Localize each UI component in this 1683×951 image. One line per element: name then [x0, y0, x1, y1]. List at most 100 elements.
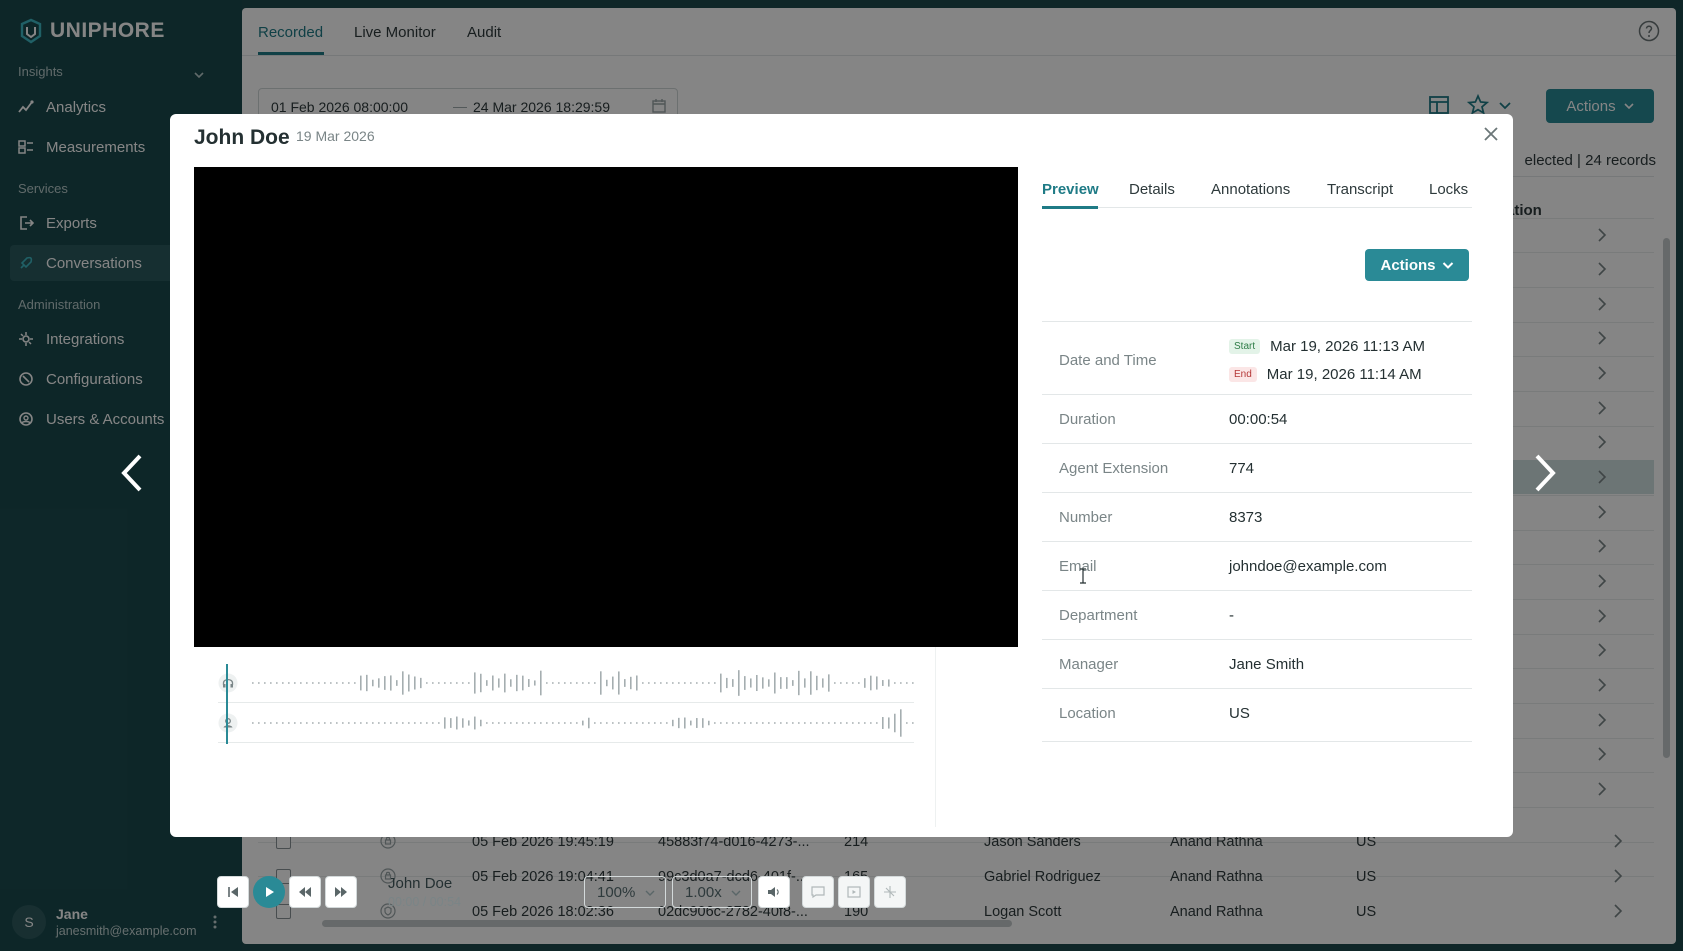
- waveform-bar: [864, 678, 866, 688]
- start-value: Mar 19, 2026 11:13 AM: [1270, 338, 1425, 355]
- volume-button[interactable]: [758, 876, 790, 908]
- chevron-down-icon: [731, 890, 741, 896]
- waveform-bar: [732, 722, 734, 724]
- waveform-bar: [444, 682, 446, 684]
- chevron-down-icon: [645, 890, 655, 896]
- waveform-bar: [690, 720, 692, 726]
- waveform-bar: [564, 682, 566, 684]
- waveform-bar: [792, 680, 794, 686]
- waveform-bar: [858, 682, 860, 684]
- play-button[interactable]: [253, 876, 285, 908]
- player-time: 00:00 / 00:54: [388, 895, 461, 909]
- waveform-bar: [486, 680, 488, 686]
- waveform-bar: [684, 717, 686, 729]
- waveform-bar: [456, 716, 458, 730]
- tab-transcript[interactable]: Transcript: [1327, 181, 1393, 198]
- waveform-bar: [684, 682, 686, 684]
- tab-details[interactable]: Details: [1129, 181, 1175, 198]
- field-value: -: [1229, 607, 1234, 624]
- waveform-bar: [276, 722, 278, 724]
- waveform-bar: [564, 722, 566, 724]
- waveform-bar: [774, 672, 776, 694]
- speed-select[interactable]: 1.00x: [672, 876, 752, 908]
- waveform-bar: [696, 682, 698, 684]
- waveform-bar: [552, 682, 554, 684]
- active-tab-indicator: [1042, 206, 1098, 209]
- waveform-bar: [654, 722, 656, 724]
- customer-waveform[interactable]: [250, 703, 914, 743]
- previous-arrow-icon[interactable]: [118, 452, 146, 494]
- clip-button[interactable]: [838, 876, 870, 908]
- modal-actions-button[interactable]: Actions: [1365, 249, 1469, 281]
- waveform-bar: [642, 722, 644, 724]
- comment-button[interactable]: [802, 876, 834, 908]
- waveform-bar: [372, 679, 374, 687]
- waveform-bar: [276, 682, 278, 684]
- field-agent-extension: Agent Extension 774: [1042, 443, 1472, 492]
- waveform-bar: [546, 682, 548, 684]
- waveform-bar: [900, 682, 902, 684]
- waveform-bar: [648, 682, 650, 684]
- waveform-bar: [522, 722, 524, 724]
- zoom-select[interactable]: 100%: [584, 876, 666, 908]
- waveform-bar: [648, 722, 650, 724]
- waveform-bar: [630, 722, 632, 724]
- comment-icon: [811, 886, 825, 899]
- waveform-bar: [252, 722, 254, 724]
- skip-start-button[interactable]: [217, 876, 249, 908]
- waveform-bar: [312, 682, 314, 684]
- start-time: Start Mar 19, 2026 11:13 AM: [1229, 338, 1425, 355]
- customer-track[interactable]: [218, 703, 914, 743]
- agent-waveform[interactable]: [250, 663, 914, 703]
- tab-annotations[interactable]: Annotations: [1211, 181, 1290, 198]
- waveform-bar: [642, 682, 644, 684]
- tab-locks[interactable]: Locks: [1429, 181, 1468, 198]
- playhead[interactable]: [226, 664, 228, 744]
- fast-forward-button[interactable]: [325, 876, 357, 908]
- redact-button[interactable]: [874, 876, 906, 908]
- waveform-bar: [450, 682, 452, 684]
- waveform-bar: [324, 722, 326, 724]
- video-player[interactable]: [194, 167, 1018, 647]
- field-date-time: Date and Time Start Mar 19, 2026 11:13 AM…: [1042, 321, 1472, 383]
- waveform-bar: [588, 682, 590, 684]
- waveform-bar: [282, 722, 284, 724]
- waveform-bar: [294, 722, 296, 724]
- waveform-bar: [792, 722, 794, 724]
- waveform-bar: [606, 679, 608, 687]
- waveform-bar: [846, 682, 848, 684]
- waveform-bar: [702, 682, 704, 684]
- field-label: Duration: [1059, 411, 1116, 428]
- waveform-bar: [672, 719, 674, 727]
- waveform-bar: [606, 722, 608, 724]
- fields-bottom-divider: [1042, 741, 1472, 742]
- field-department: Department -: [1042, 590, 1472, 639]
- waveform-bar: [582, 682, 584, 684]
- waveform-bar: [516, 722, 518, 724]
- player-caller-name: John Doe: [388, 875, 453, 892]
- waveform-bar: [876, 722, 878, 724]
- video-clip-icon: [847, 886, 861, 898]
- waveform-bar: [864, 722, 866, 724]
- rewind-icon: [299, 887, 311, 897]
- waveform-bar: [258, 682, 260, 684]
- waveform-bar: [702, 718, 704, 728]
- waveform-bar: [762, 722, 764, 724]
- waveform-bar: [912, 682, 914, 684]
- field-label: Department: [1059, 607, 1138, 624]
- waveform-bar: [540, 670, 542, 696]
- close-icon[interactable]: [1483, 126, 1499, 142]
- waveform-bar: [378, 722, 380, 724]
- waveform-bar: [852, 722, 854, 724]
- waveform-bar: [330, 682, 332, 684]
- field-value: 00:00:54: [1229, 411, 1288, 428]
- agent-track[interactable]: [218, 663, 914, 703]
- waveform-bar: [420, 677, 422, 689]
- field-value: johndoe@example.com: [1229, 558, 1387, 575]
- rewind-button[interactable]: [289, 876, 321, 908]
- waveform-bar: [546, 722, 548, 724]
- waveform-bar: [420, 722, 422, 724]
- next-arrow-icon[interactable]: [1531, 452, 1559, 494]
- tab-preview[interactable]: Preview: [1042, 181, 1099, 198]
- waveform-bar: [828, 722, 830, 724]
